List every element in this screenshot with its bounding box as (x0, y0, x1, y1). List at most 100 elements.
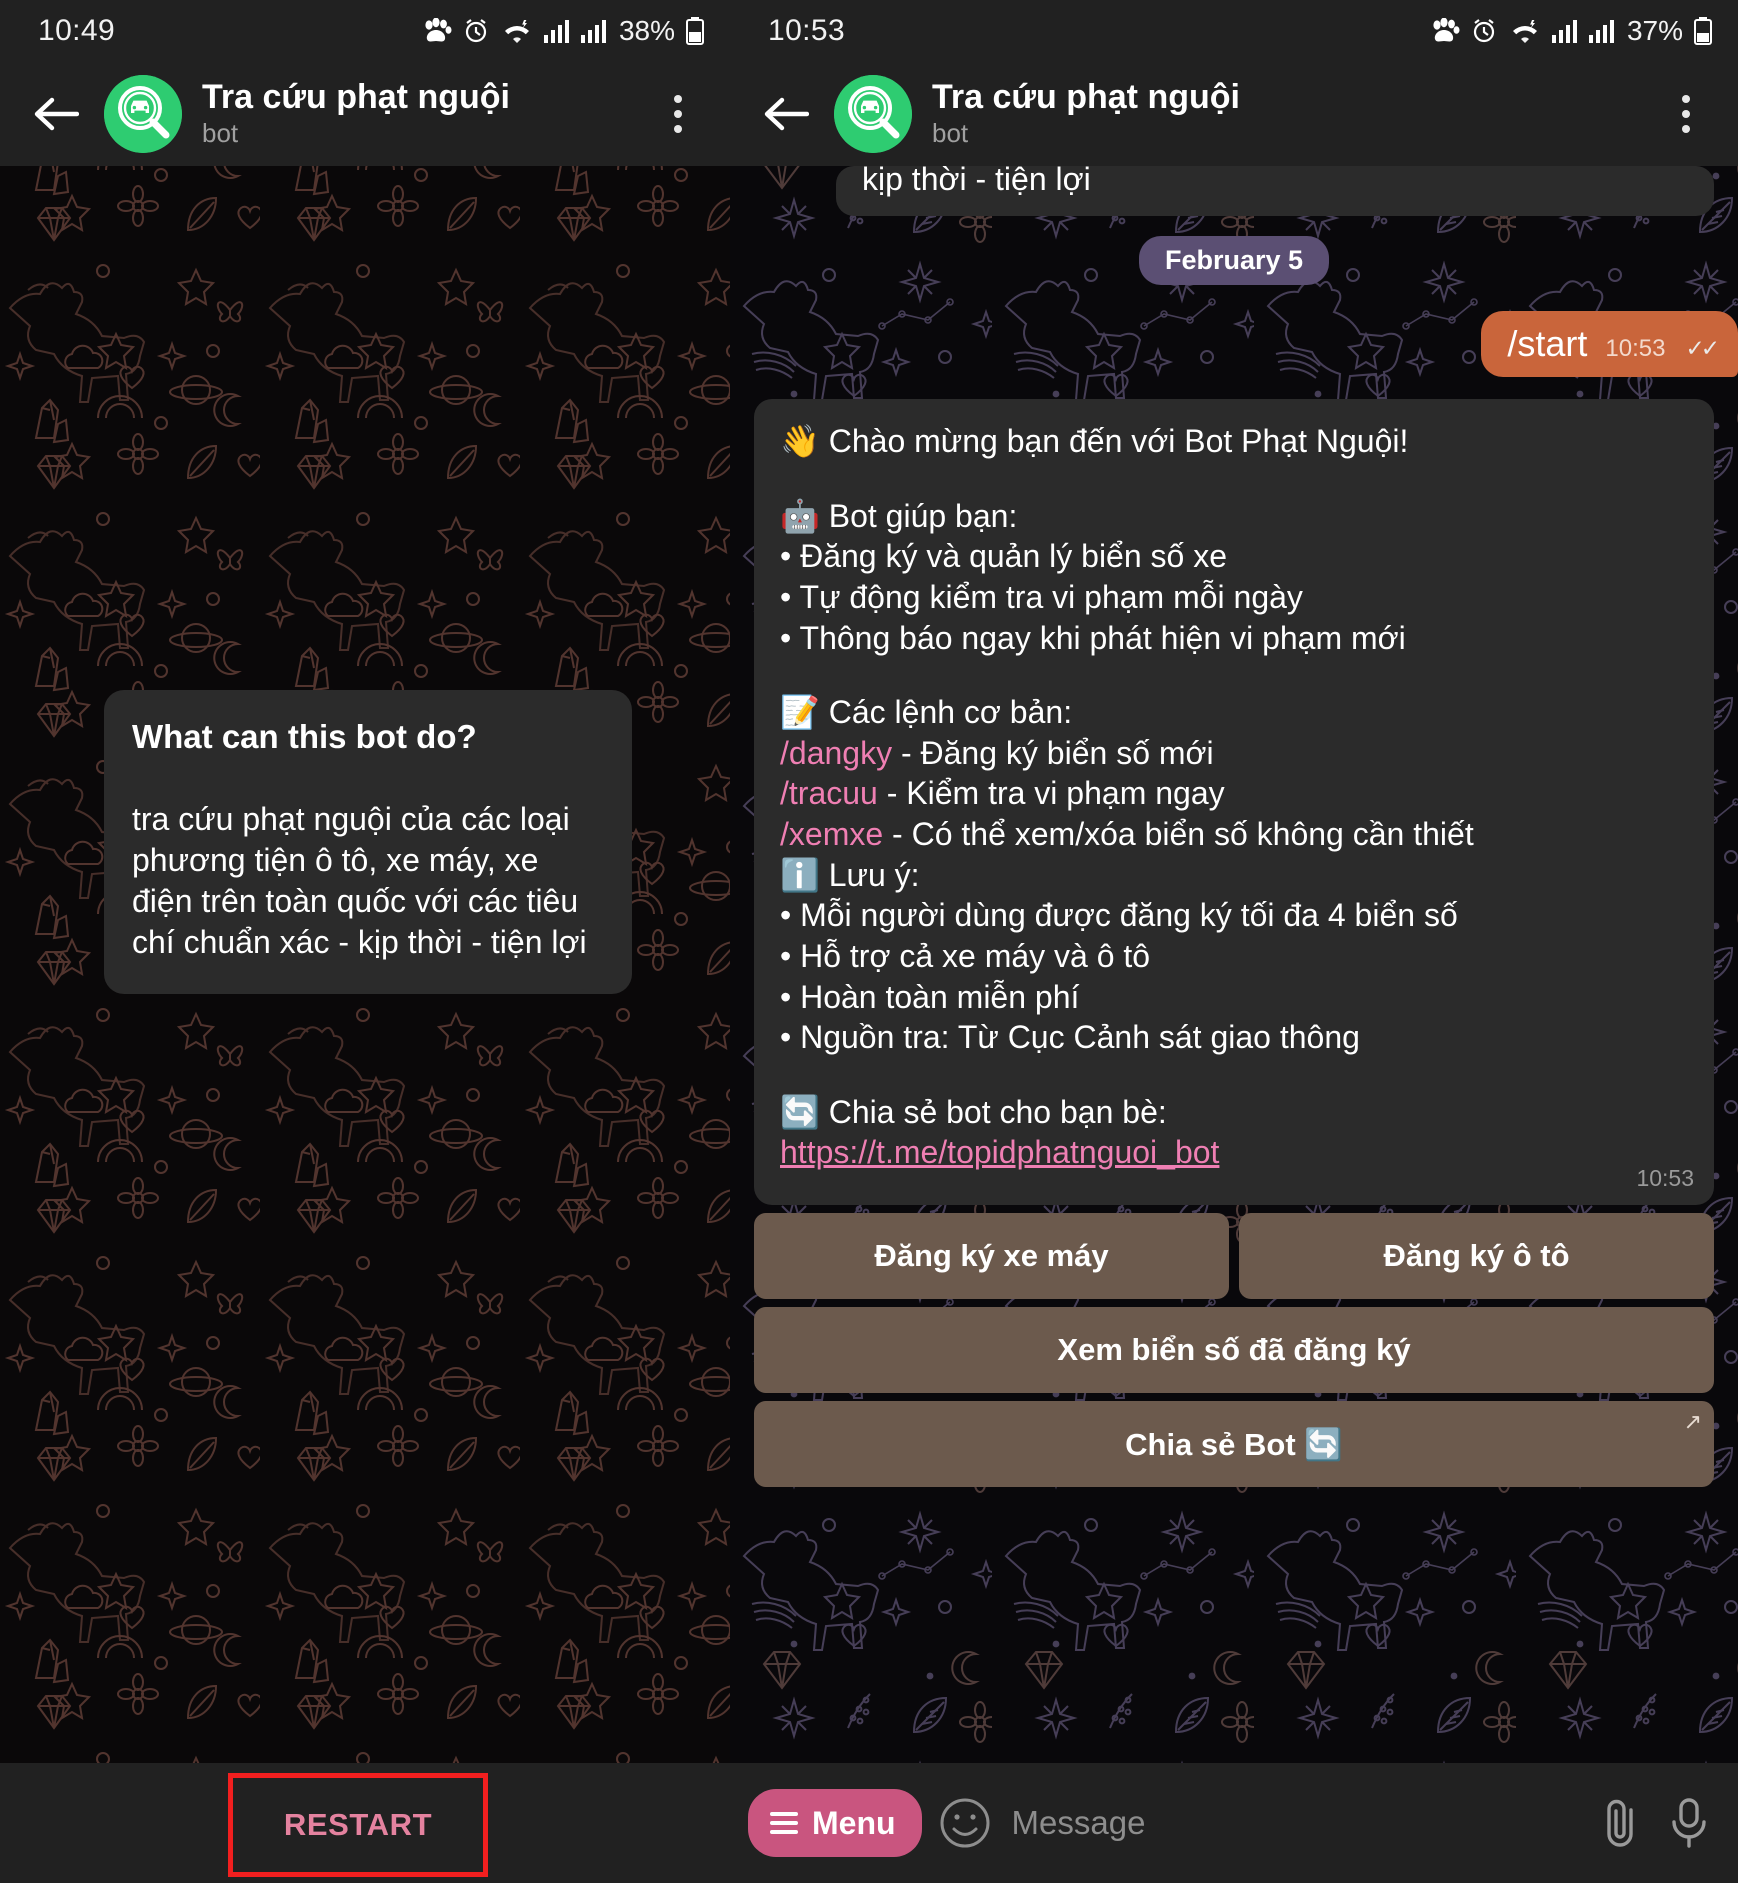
arrow-left-icon (34, 97, 79, 131)
bottom-bar-left: RESTART (0, 1763, 730, 1883)
dual-phone-screenshot: 10:49 38% Tra cứu phạt nguội bot What ca… (0, 0, 1738, 1883)
microphone-icon (1672, 1798, 1706, 1848)
bubble-body: tra cứu phạt nguội của các loại phương t… (132, 800, 587, 961)
incoming-message-left: What can this bot do? tra cứu phạt nguội… (104, 690, 632, 994)
wifi-icon (504, 20, 529, 43)
share-heading: 🔄 Chia sẻ bot cho bạn bè: (780, 1093, 1167, 1130)
wifi-icon (1512, 20, 1537, 43)
message-list-right: kịp thời - tiện lợi February 5 /start 10… (730, 166, 1738, 1487)
view-registered-plates-button[interactable]: Xem biển số đã đăng ký (754, 1307, 1714, 1393)
avatar[interactable] (104, 75, 182, 153)
car-search-avatar-icon (104, 75, 182, 153)
external-link-icon: ↗ (1683, 1409, 1702, 1434)
back-button[interactable] (26, 84, 86, 144)
alarm-icon (465, 19, 487, 43)
status-icons: 37% (1430, 15, 1712, 47)
note-item: • Mỗi người dùng được đăng ký tối đa 4 b… (780, 897, 1458, 934)
note-item: • Hoàn toàn miễn phí (780, 978, 1080, 1015)
inline-keyboard: Đăng ký xe máy Đăng ký ô tô Xem biển số … (754, 1213, 1714, 1487)
menu-button-label: Menu (812, 1804, 896, 1841)
avatar[interactable] (834, 75, 912, 153)
read-receipt-icon: ✓✓ (1685, 335, 1719, 361)
share-url-link[interactable]: https://t.me/topidphatnguoi_bot (780, 1134, 1219, 1170)
battery-percent: 37% (1626, 15, 1683, 46)
hamburger-icon (770, 1812, 798, 1834)
button-label: Đăng ký xe máy (874, 1238, 1109, 1273)
outgoing-message-text: /start (1507, 323, 1588, 364)
chat-header-left: Tra cứu phạt nguội bot (0, 62, 730, 166)
outgoing-message-time: 10:53 (1605, 335, 1666, 362)
header-text-block: Tra cứu phạt nguội bot (932, 78, 1240, 151)
help-item: • Tự động kiểm tra vi phạm mỗi ngày (780, 578, 1303, 615)
message-bubble: What can this bot do? tra cứu phạt nguội… (104, 690, 632, 994)
restart-button-label: RESTART (283, 1807, 433, 1842)
note-item: • Hỗ trợ cả xe máy và ô tô (780, 937, 1151, 974)
command-desc: - Đăng ký biển số mới (892, 734, 1214, 771)
help-heading: 🤖 Bot giúp bạn: (780, 497, 1018, 534)
date-divider: February 5 (1138, 236, 1330, 285)
paw-icon (1433, 18, 1460, 42)
voice-record-button[interactable] (1662, 1794, 1716, 1852)
signal-bars-2-icon (580, 20, 606, 43)
command-desc: - Có thể xem/xóa biển số không cần thiết (883, 816, 1474, 852)
chat-title: Tra cứu phạt nguội (202, 77, 510, 116)
paw-icon (425, 18, 452, 42)
message-input-bar: Menu Message (730, 1763, 1738, 1883)
help-item: • Thông báo ngay khi phát hiện vi phạm m… (780, 619, 1406, 656)
command-tracuu-link[interactable]: /tracuu (780, 775, 878, 811)
right-phone-panel: 10:53 37% Tra cứu phạt nguội bot kịp thờ… (730, 0, 1738, 1883)
car-search-avatar-icon (834, 75, 912, 153)
emoji-button[interactable] (936, 1794, 994, 1852)
arrow-left-icon (764, 97, 809, 131)
button-label: Xem biển số đã đăng ký (1057, 1332, 1411, 1367)
command-desc: - Kiểm tra vi phạm ngay (877, 775, 1225, 812)
status-bar-right: 10:53 37% (730, 0, 1738, 62)
command-line: /xemxe - Có thể xem/xóa biển số không cầ… (780, 814, 1688, 855)
chat-header-right: Tra cứu phạt nguội bot (730, 62, 1738, 166)
more-options-button[interactable] (1658, 79, 1714, 149)
status-bar-left: 10:49 38% (0, 0, 730, 62)
battery-icon (1694, 17, 1712, 45)
restart-button-highlight[interactable]: RESTART (228, 1773, 488, 1877)
status-time: 10:53 (768, 14, 846, 47)
keyboard-row: ↗ Chia sẻ Bot 🔄 (754, 1401, 1714, 1487)
chat-subtitle: bot (202, 117, 239, 148)
keyboard-row: Xem biển số đã đăng ký (754, 1307, 1714, 1393)
keyboard-row: Đăng ký xe máy Đăng ký ô tô (754, 1213, 1714, 1299)
outgoing-message-bubble[interactable]: /start 10:53 ✓✓ (1481, 311, 1738, 377)
battery-percent: 38% (618, 15, 675, 46)
paperclip-icon (1607, 1799, 1633, 1847)
message-input-placeholder[interactable]: Message (1008, 1804, 1580, 1842)
status-icons: 38% (422, 15, 704, 47)
more-options-button[interactable] (650, 79, 706, 149)
signal-bars-1-icon (543, 20, 569, 43)
signal-bars-1-icon (1551, 20, 1577, 43)
command-line: /dangky - Đăng ký biển số mới (780, 733, 1688, 774)
commands-heading: 📝 Các lệnh cơ bản: (780, 694, 1073, 731)
back-button[interactable] (756, 84, 816, 144)
button-label: Đăng ký ô tô (1383, 1238, 1570, 1273)
alarm-icon (1473, 19, 1495, 43)
status-time: 10:49 (38, 14, 116, 47)
command-xemxe-link[interactable]: /xemxe (780, 816, 883, 852)
menu-button[interactable]: Menu (748, 1789, 922, 1857)
header-text-block: Tra cứu phạt nguội bot (202, 78, 510, 151)
previous-message-text: kịp thời - tiện lợi (862, 166, 1091, 198)
signal-bars-2-icon (1588, 20, 1614, 43)
bubble-title: What can this bot do? (132, 718, 477, 755)
smiley-icon (940, 1798, 990, 1848)
command-dangky-link[interactable]: /dangky (780, 735, 892, 771)
chat-subtitle: bot (932, 117, 969, 148)
share-bot-button[interactable]: ↗ Chia sẻ Bot 🔄 (754, 1401, 1714, 1487)
welcome-greeting: 👋 Chào mừng bạn đến với Bot Phạt Nguội! (780, 423, 1409, 459)
help-item: • Đăng ký và quản lý biển số xe (780, 538, 1228, 575)
message-timestamp: 10:53 (1636, 1164, 1694, 1191)
share-url-line: https://t.me/topidphatnguoi_bot (780, 1132, 1688, 1189)
left-phone-panel: 10:49 38% Tra cứu phạt nguội bot What ca… (0, 0, 730, 1883)
note-item: • Nguồn tra: Từ Cục Cảnh sát giao thông (780, 1019, 1360, 1056)
outgoing-message-row: /start 10:53 ✓✓ (748, 311, 1738, 377)
attach-button[interactable] (1594, 1794, 1648, 1852)
previous-message-partial: kịp thời - tiện lợi (836, 166, 1714, 216)
register-motorbike-button[interactable]: Đăng ký xe máy (754, 1213, 1229, 1299)
register-car-button[interactable]: Đăng ký ô tô (1239, 1213, 1714, 1299)
